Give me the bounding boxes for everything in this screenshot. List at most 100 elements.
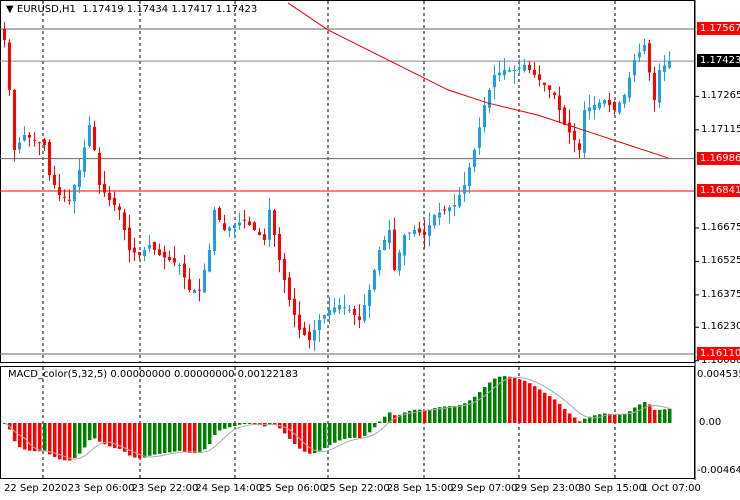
macd-histogram-bar	[428, 409, 432, 423]
macd-histogram-bar	[623, 413, 627, 423]
macd-histogram-bar	[563, 409, 567, 423]
candle-body	[328, 310, 331, 316]
macd-histogram-bar	[188, 423, 192, 453]
candle-body	[553, 92, 556, 96]
candle-body	[128, 227, 131, 251]
macd-histogram-bar	[463, 403, 467, 423]
macd-histogram-bar	[443, 406, 447, 423]
candle-body	[608, 99, 611, 105]
candle-body	[308, 331, 311, 340]
macd-histogram-bar	[633, 407, 637, 423]
macd-histogram-bar	[433, 408, 437, 423]
time-axis-label: 29 Sep 07:00	[450, 483, 518, 494]
price-axis-label: 1.17115	[701, 123, 740, 135]
macd-histogram-bar	[338, 423, 342, 441]
candle-body	[208, 250, 211, 272]
macd-histogram-bar	[308, 423, 312, 454]
macd-histogram-bar	[593, 415, 597, 423]
macd-histogram-bar	[423, 410, 427, 423]
candle-body	[268, 209, 271, 240]
candle-body	[218, 207, 221, 220]
macd-histogram-bar	[533, 386, 537, 423]
candle-body	[348, 310, 351, 312]
time-axis-label: 30 Sep 15:00	[578, 483, 645, 494]
macd-histogram-bar	[208, 423, 212, 445]
candle-body	[88, 124, 91, 146]
macd-histogram-bar	[218, 423, 222, 431]
candle-body	[633, 60, 636, 76]
macd-histogram-bar	[98, 423, 102, 442]
time-axis-label: 25 Sep 22:00	[323, 483, 390, 494]
macd-histogram-bar	[78, 423, 82, 454]
candle-body	[353, 309, 356, 316]
candle-body	[23, 134, 26, 141]
price-axis-label: 1.16525	[701, 255, 740, 267]
candle-body	[448, 207, 451, 212]
candle-body	[428, 225, 431, 236]
candle-body	[273, 210, 276, 235]
candle-body	[118, 206, 121, 210]
macd-histogram-bar	[163, 423, 167, 454]
macd-histogram-bar	[453, 405, 457, 423]
macd-histogram-bar	[568, 413, 572, 423]
candle-body	[518, 67, 521, 69]
candle-body	[383, 240, 386, 250]
candle-body	[588, 107, 591, 112]
macd-histogram-bar	[268, 423, 272, 424]
candle-body	[248, 221, 251, 225]
macd-histogram-bar	[383, 416, 387, 423]
macd-histogram-bar	[503, 376, 507, 423]
macd-histogram-bar	[168, 423, 172, 453]
price-axis-label: 1.16375	[701, 288, 740, 300]
candle-body	[53, 174, 56, 186]
candle-body	[198, 289, 201, 291]
chart-canvas[interactable]	[0, 0, 740, 500]
macd-histogram-bar	[158, 423, 162, 454]
macd-histogram-bar	[223, 423, 227, 429]
macd-histogram-bar	[638, 404, 642, 423]
macd-histogram-bar	[248, 423, 252, 424]
macd-histogram-bar	[528, 383, 532, 423]
macd-histogram-bar	[478, 392, 482, 423]
candle-body	[98, 152, 101, 185]
macd-histogram-bar	[513, 377, 517, 423]
macd-histogram-bar	[198, 423, 202, 453]
macd-histogram-bar	[448, 406, 452, 423]
candle-body	[33, 139, 36, 141]
macd-histogram-bar	[43, 423, 47, 452]
candle-body	[178, 264, 181, 266]
macd-histogram-bar	[618, 414, 622, 423]
macd-histogram-bar	[548, 396, 552, 423]
candle-body	[333, 307, 336, 313]
candle-body	[373, 270, 376, 290]
candle-body	[653, 72, 656, 100]
candle-body	[203, 270, 206, 293]
candle-body	[388, 229, 391, 243]
macd-histogram-bar	[93, 423, 97, 439]
candle-body	[643, 45, 646, 51]
macd-histogram-bar	[328, 423, 332, 446]
candle-body	[513, 70, 516, 72]
candle-body	[618, 102, 621, 113]
macd-histogram-bar	[483, 386, 487, 423]
macd-histogram-bar	[68, 423, 72, 461]
candle-body	[598, 102, 601, 109]
candle-body	[78, 169, 81, 187]
candle-body	[253, 222, 256, 230]
candle-body	[138, 252, 141, 255]
macd-histogram-bar	[578, 421, 582, 423]
candle-body	[538, 74, 541, 80]
price-level-tag: 1.17567	[697, 22, 740, 35]
macd-histogram-bar	[378, 421, 382, 423]
macd-histogram-bar	[28, 423, 32, 451]
candle-body	[38, 142, 41, 144]
candle-body	[398, 252, 401, 271]
candle-body	[278, 233, 281, 261]
price-axis-label: 1.16675	[701, 221, 740, 233]
candle-body	[243, 219, 246, 221]
macd-histogram-bar	[183, 423, 187, 452]
macd-histogram-bar	[473, 396, 477, 423]
macd-title: MACD_color(5,32,5) 0.00000000 0.00000000…	[8, 369, 299, 380]
candle-body	[363, 305, 366, 321]
candle-body	[508, 70, 511, 72]
